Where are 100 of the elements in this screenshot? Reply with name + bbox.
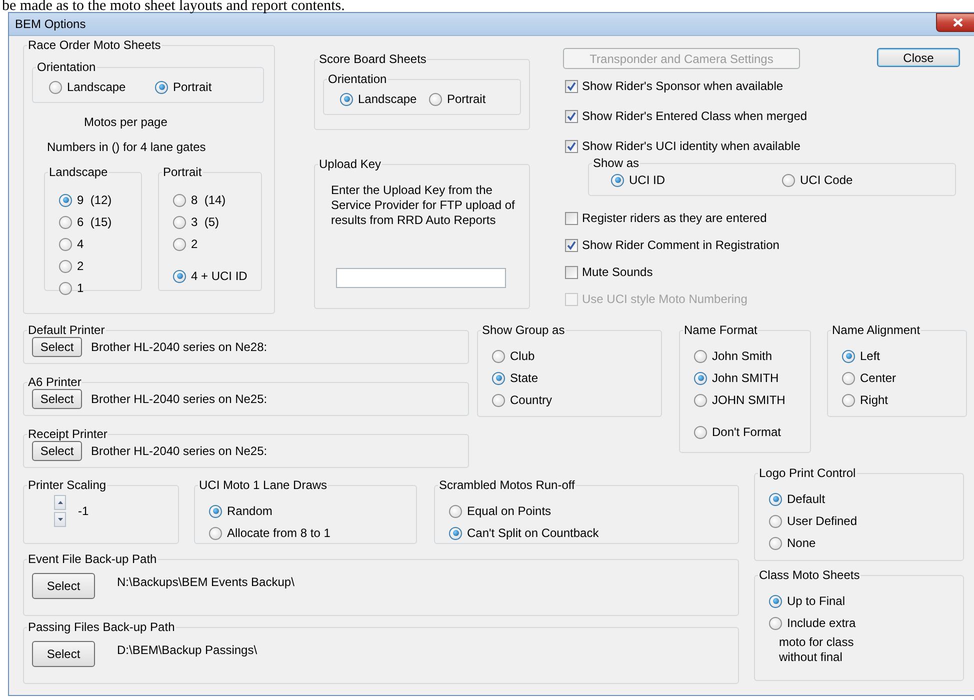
upload-key-field[interactable] bbox=[336, 268, 506, 288]
radio-button[interactable] bbox=[49, 80, 62, 94]
radio-label[interactable]: 4 bbox=[77, 237, 84, 251]
checkbox-label[interactable]: Mute Sounds bbox=[582, 265, 653, 279]
radio-button[interactable] bbox=[59, 216, 72, 228]
radio-label[interactable]: Landscape bbox=[67, 80, 126, 94]
radio-label[interactable]: Random bbox=[227, 504, 272, 518]
radio-button[interactable] bbox=[492, 350, 505, 362]
select-button[interactable]: Select bbox=[32, 389, 82, 409]
close-button[interactable]: Close bbox=[877, 48, 960, 67]
radio-label[interactable]: None bbox=[787, 536, 816, 550]
radio-button[interactable] bbox=[59, 260, 72, 272]
radio-button[interactable] bbox=[842, 394, 855, 406]
group-title: Class Moto Sheets bbox=[758, 568, 861, 582]
radio-label[interactable]: Can't Split on Countback bbox=[467, 526, 599, 540]
radio-button[interactable] bbox=[209, 504, 222, 518]
checkbox[interactable] bbox=[565, 266, 578, 278]
radio-label[interactable]: 3 (5) bbox=[191, 215, 220, 229]
radio-button[interactable] bbox=[611, 174, 624, 186]
radio-label[interactable]: Allocate from 8 to 1 bbox=[227, 526, 330, 540]
checkbox[interactable] bbox=[565, 80, 578, 92]
select-button[interactable]: Select bbox=[32, 573, 95, 599]
radio-button[interactable] bbox=[449, 504, 462, 518]
radio-label[interactable]: 1 bbox=[77, 281, 84, 295]
radio-button[interactable] bbox=[59, 238, 72, 250]
radio-button[interactable] bbox=[492, 394, 505, 406]
checkbox-label[interactable]: Show Rider Comment in Registration bbox=[582, 238, 780, 252]
radio-button[interactable] bbox=[769, 492, 782, 506]
radio-label[interactable]: 9 (12) bbox=[77, 193, 112, 207]
radio-button[interactable] bbox=[340, 92, 353, 106]
radio-label[interactable]: 4 + UCI ID bbox=[191, 269, 248, 283]
window-title: BEM Options bbox=[15, 17, 87, 31]
group-title: Event File Back-up Path bbox=[27, 552, 158, 566]
checkbox[interactable] bbox=[565, 110, 578, 122]
radio-button[interactable] bbox=[769, 616, 782, 630]
radio-button[interactable] bbox=[173, 194, 186, 206]
radio-button[interactable] bbox=[769, 594, 782, 608]
radio-button[interactable] bbox=[155, 80, 168, 94]
radio-button[interactable] bbox=[173, 270, 186, 282]
radio-label[interactable]: Up to Final bbox=[787, 594, 846, 608]
radio-label[interactable]: JOHN SMITH bbox=[712, 393, 786, 407]
radio-label[interactable]: Right bbox=[860, 393, 888, 407]
radio-button[interactable] bbox=[429, 92, 442, 106]
radio-button[interactable] bbox=[59, 194, 72, 206]
radio-label[interactable]: Portrait bbox=[447, 92, 486, 106]
radio-button[interactable] bbox=[173, 216, 186, 228]
radio-label[interactable]: Default bbox=[787, 492, 826, 506]
radio-label[interactable]: Landscape bbox=[358, 92, 417, 106]
radio-label[interactable]: State bbox=[510, 371, 538, 385]
note-text: Numbers in () for 4 lane gates bbox=[47, 140, 207, 154]
radio-button[interactable] bbox=[782, 174, 795, 186]
checkbox[interactable] bbox=[565, 140, 578, 152]
printer-name: Brother HL-2040 series on Ne28: bbox=[91, 340, 268, 354]
radio-button[interactable] bbox=[59, 282, 72, 294]
spin-up-button[interactable] bbox=[54, 495, 66, 510]
radio-button[interactable] bbox=[209, 526, 222, 540]
group-title: Printer Scaling bbox=[27, 478, 108, 492]
radio-button[interactable] bbox=[769, 514, 782, 528]
radio-label[interactable]: 6 (15) bbox=[77, 215, 112, 229]
radio-label[interactable]: Include extra bbox=[787, 616, 856, 630]
spin-down-button[interactable] bbox=[54, 512, 66, 527]
checkbox-label[interactable]: Show Rider's UCI identity when available bbox=[582, 139, 800, 153]
checkbox[interactable] bbox=[565, 212, 578, 224]
radio-button[interactable] bbox=[694, 372, 707, 384]
radio-button[interactable] bbox=[769, 536, 782, 550]
note-text: moto for class without final bbox=[779, 635, 855, 665]
radio-label[interactable]: Center bbox=[860, 371, 896, 385]
checkbox[interactable] bbox=[565, 238, 578, 252]
radio-label[interactable]: Club bbox=[510, 349, 535, 363]
select-button[interactable]: Select bbox=[32, 441, 82, 461]
select-button[interactable]: Select bbox=[32, 641, 95, 667]
radio-label[interactable]: John Smith bbox=[712, 349, 772, 363]
radio-label[interactable]: Country bbox=[510, 393, 552, 407]
radio-label[interactable]: Don't Format bbox=[712, 425, 781, 439]
checkbox-label[interactable]: Show Rider's Entered Class when merged bbox=[582, 109, 808, 123]
radio-button[interactable] bbox=[694, 350, 707, 362]
radio-label[interactable]: John SMITH bbox=[712, 371, 779, 385]
radio-label[interactable]: Portrait bbox=[173, 80, 212, 94]
radio-label[interactable]: 8 (14) bbox=[191, 193, 226, 207]
checkbox-label[interactable]: Register riders as they are entered bbox=[582, 211, 767, 225]
radio-button[interactable] bbox=[694, 394, 707, 406]
radio-button[interactable] bbox=[694, 426, 707, 438]
radio-label[interactable]: User Defined bbox=[787, 514, 858, 528]
radio-label[interactable]: UCI Code bbox=[800, 173, 853, 187]
checkbox-label[interactable]: Show Rider's Sponsor when available bbox=[582, 79, 784, 93]
group-title: Orientation bbox=[36, 60, 97, 74]
radio-label[interactable]: Equal on Points bbox=[467, 504, 552, 518]
folder-path: D:\BEM\Backup Passings\ bbox=[117, 643, 258, 657]
motos-label: Motos per page bbox=[84, 115, 168, 129]
radio-button[interactable] bbox=[173, 238, 186, 250]
radio-label[interactable]: 2 bbox=[77, 259, 84, 273]
radio-label[interactable]: Left bbox=[860, 349, 880, 363]
select-button[interactable]: Select bbox=[32, 337, 82, 357]
radio-button[interactable] bbox=[842, 372, 855, 384]
radio-label[interactable]: 2 bbox=[191, 237, 198, 251]
radio-label[interactable]: UCI ID bbox=[629, 173, 665, 187]
radio-button[interactable] bbox=[842, 350, 855, 362]
radio-button[interactable] bbox=[492, 372, 505, 384]
radio-button[interactable] bbox=[449, 526, 462, 540]
close-button[interactable] bbox=[936, 13, 974, 32]
